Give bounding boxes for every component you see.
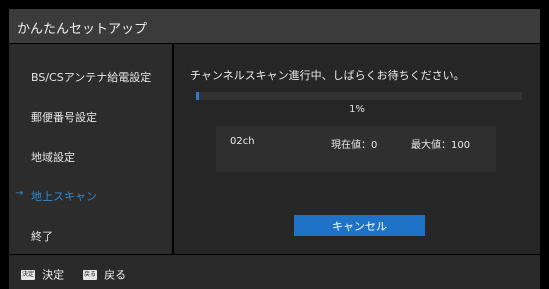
footer-back-label: 戻る [104, 268, 127, 282]
scan-current-value: 現在値：0 [331, 140, 378, 151]
page-title: かんたんセットアップ [17, 22, 148, 37]
footer-confirm-label: 決定 [42, 268, 65, 282]
scan-channel: 02ch [230, 136, 255, 147]
sidebar-item-label: 地域設定 [31, 151, 75, 164]
scan-message: チャンネルスキャン進行中、しばらくお待ちください。 [190, 69, 465, 82]
sidebar-item-terrestrial-scan[interactable]: → 地上スキャン [9, 176, 172, 214]
sidebar-item-finish[interactable]: 終了 [9, 216, 172, 254]
sidebar-item-label: 地上スキャン [31, 190, 97, 203]
main-panel: チャンネルスキャン進行中、しばらくお待ちください。 1% 02ch 現在値：0 … [174, 44, 540, 254]
back-key-icon: 戻る [83, 269, 97, 280]
sidebar-item-region[interactable]: 地域設定 [9, 137, 172, 175]
progress-bar [196, 92, 522, 100]
progress-percent: 1% [349, 104, 365, 115]
sidebar: BS/CSアンテナ給電設定 郵便番号設定 地域設定 → 地上スキャン 終了 [9, 44, 172, 254]
footer-back[interactable]: 戻る 戻る [83, 264, 127, 282]
sidebar-item-label: BS/CSアンテナ給電設定 [31, 71, 152, 84]
sidebar-item-label: 終了 [31, 230, 53, 243]
sidebar-item-bs-cs-antenna[interactable]: BS/CSアンテナ給電設定 [9, 57, 172, 95]
sidebar-item-label: 郵便番号設定 [31, 111, 97, 124]
scan-max-value: 最大値：100 [411, 140, 471, 151]
footer: 決定 決定 戻る 戻る [9, 255, 540, 289]
scan-status-panel: 02ch 現在値：0 最大値：100 [216, 126, 496, 172]
title-bar: かんたんセットアップ [9, 9, 540, 43]
arrow-right-icon: → [15, 188, 24, 199]
sidebar-item-postal-code[interactable]: 郵便番号設定 [9, 97, 172, 135]
cancel-button[interactable]: キャンセル [294, 215, 425, 236]
footer-confirm[interactable]: 決定 決定 [21, 264, 65, 282]
setup-screen: かんたんセットアップ BS/CSアンテナ給電設定 郵便番号設定 地域設定 → 地… [0, 0, 549, 289]
confirm-key-icon: 決定 [21, 269, 35, 280]
progress-fill [196, 92, 199, 100]
